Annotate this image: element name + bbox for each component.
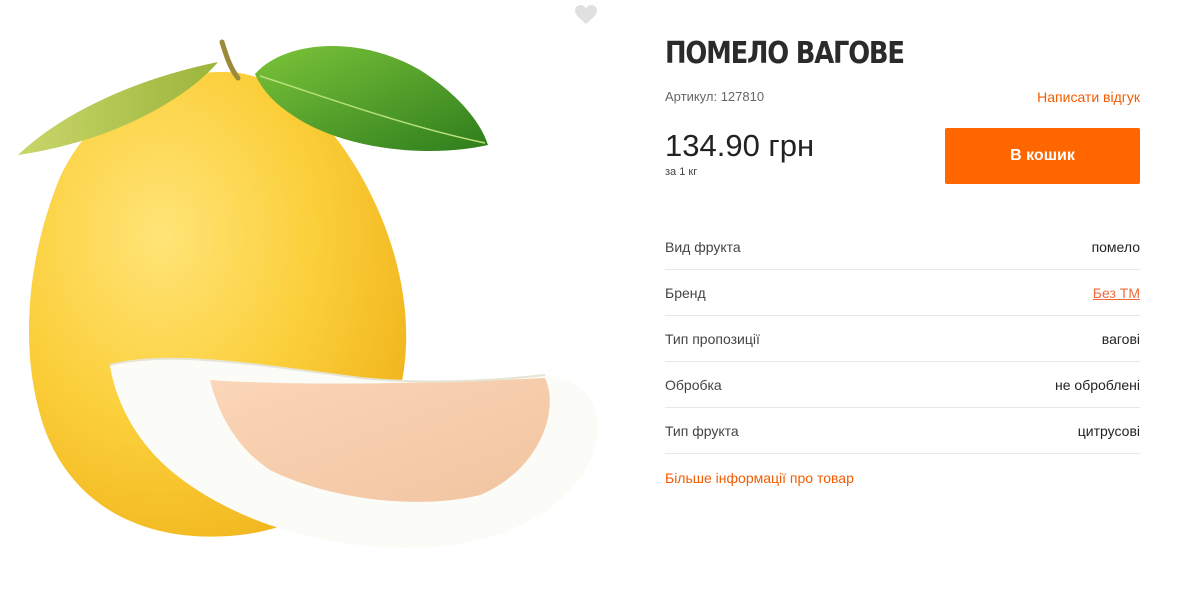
spec-value: помело <box>1091 239 1140 255</box>
sku-value: 127810 <box>720 89 765 104</box>
more-info-link[interactable]: Більше інформації про товар <box>665 470 854 486</box>
spec-label: Вид фрукта <box>665 239 741 255</box>
pomelo-illustration <box>18 39 598 549</box>
sku-row: Артикул: 127810 Написати відгук <box>665 89 1140 107</box>
spec-label: Обробка <box>665 377 722 393</box>
spec-label: Бренд <box>665 285 706 301</box>
spec-value: вагові <box>1101 331 1140 347</box>
spec-row: Обробка не оброблені <box>665 362 1140 408</box>
add-to-cart-button[interactable]: В кошик <box>945 128 1140 184</box>
favorite-button[interactable] <box>574 4 598 26</box>
brand-link[interactable]: Без ТМ <box>1093 285 1140 301</box>
spec-label: Тип фрукта <box>665 423 739 439</box>
spec-value: не оброблені <box>1055 377 1140 393</box>
specs-list: Вид фрукта помело Бренд Без ТМ Тип пропо… <box>665 224 1140 454</box>
write-review-link[interactable]: Написати відгук <box>1037 89 1140 105</box>
price-unit: за 1 кг <box>665 166 698 178</box>
spec-row: Вид фрукта помело <box>665 224 1140 270</box>
product-image <box>0 0 610 602</box>
spec-value: цитрусові <box>1077 423 1140 439</box>
spec-row: Тип пропозиції вагові <box>665 316 1140 362</box>
spec-row: Тип фрукта цитрусові <box>665 408 1140 454</box>
spec-row: Бренд Без ТМ <box>665 270 1140 316</box>
product-title: ПОМЕЛО ВАГОВЕ <box>665 36 905 71</box>
product-price: 134.90 грн <box>665 128 815 163</box>
sku-label: Артикул: <box>665 89 718 104</box>
spec-label: Тип пропозиції <box>665 331 760 347</box>
heart-icon <box>575 5 597 24</box>
